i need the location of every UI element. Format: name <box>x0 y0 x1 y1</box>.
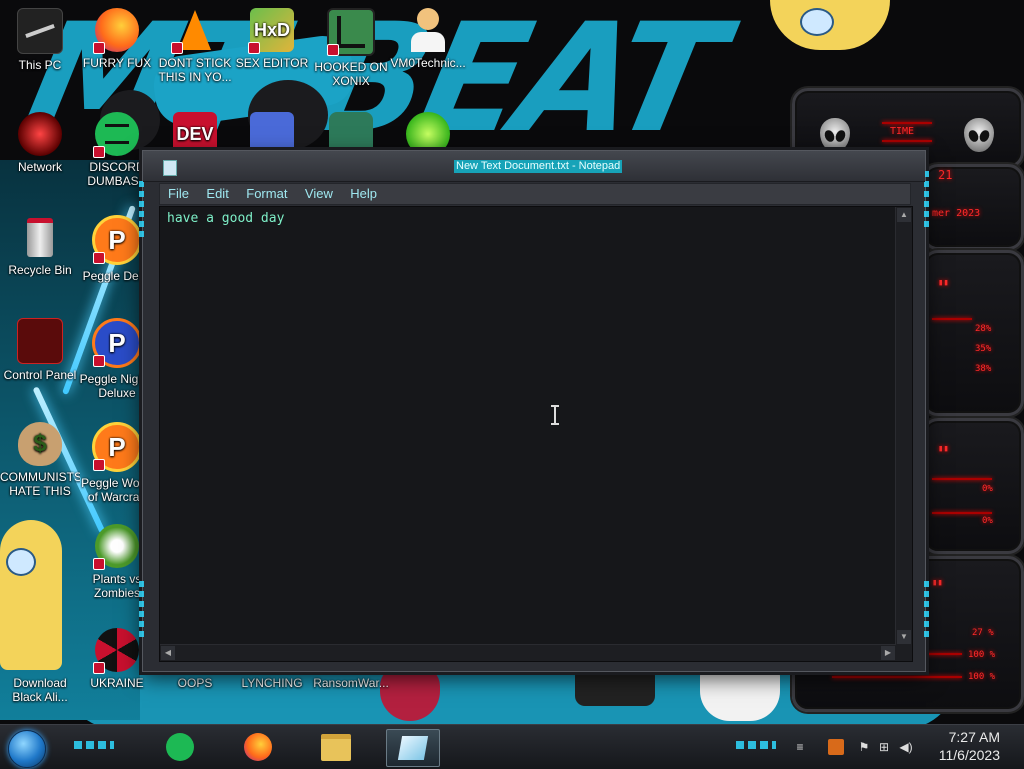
desktop-icon-label: VM0Technic... <box>390 56 466 70</box>
menu-view[interactable]: View <box>300 184 338 204</box>
disk-icon: ▮▮ <box>932 578 943 588</box>
scroll-down-arrow-icon[interactable]: ▼ <box>897 630 911 644</box>
menu-edit[interactable]: Edit <box>201 184 233 204</box>
desktop-icon-label: Recycle Bin <box>8 263 72 277</box>
text-cursor-icon <box>551 405 559 425</box>
desktop-icon-hxd[interactable]: HxD SEX EDITOR <box>232 8 312 70</box>
desktop-icon-control-panel[interactable]: Control Panel <box>0 318 80 382</box>
desktop-icon-vlc[interactable]: DONT STICK THIS IN YO... <box>155 8 235 84</box>
desktop-icon-xonix[interactable]: HOOKED ON XONIX <box>311 8 391 88</box>
horizontal-scrollbar[interactable]: ◀ ▶ <box>160 644 896 661</box>
network-icon[interactable]: ⊞ <box>876 739 892 755</box>
desktop-icon-label: FURRY FUX <box>82 56 152 70</box>
notepad-app-icon <box>397 736 429 760</box>
peggle-icon: P <box>92 318 142 368</box>
desktop-icon-label: HOOKED ON XONIX <box>314 60 388 88</box>
scroll-up-arrow-icon[interactable]: ▲ <box>897 208 911 222</box>
plants-vs-zombies-icon <box>93 524 139 570</box>
doctor-avatar-icon <box>406 8 450 52</box>
taskbar-spotify[interactable] <box>158 729 202 765</box>
notepad-app-icon[interactable] <box>163 160 177 176</box>
notepad-title-bar[interactable]: New Text Document.txt - Notepad <box>143 151 925 182</box>
taskbar-file-explorer[interactable] <box>314 729 358 765</box>
volume-icon[interactable]: ◀) <box>898 739 914 755</box>
menu-format[interactable]: Format <box>241 184 292 204</box>
desktop-icon-label: Network <box>17 160 62 174</box>
recycle-bin-icon <box>18 215 62 259</box>
xonix-game-icon <box>327 8 375 56</box>
flag-icon[interactable]: ⚑ <box>856 739 872 755</box>
document-text[interactable]: have a good day <box>167 211 284 226</box>
desktop-icon-firefox[interactable]: FURRY FUX <box>77 8 157 70</box>
firefox-icon <box>93 8 139 54</box>
notepad-window[interactable]: New Text Document.txt - Notepad File Edi… <box>139 150 929 672</box>
system-tray: ≡ ⚑ ⊞ ◀) 7:27 AM 11/6/2023 <box>788 725 1024 769</box>
desktop-icon-label: DONT STICK THIS IN YO... <box>158 56 232 84</box>
desktop-icon-label: SEX EDITOR <box>235 56 309 70</box>
notepad-menu-bar: File Edit Format View Help <box>159 183 911 205</box>
desktop-icon-label: Control Panel <box>3 368 77 382</box>
clock-time[interactable]: 7:27 AM <box>949 729 1000 745</box>
start-button[interactable] <box>8 730 46 768</box>
control-panel-icon <box>17 318 63 364</box>
notepad-text-area[interactable]: have a good day ▲ ▼ ◀ ▶ <box>159 206 913 662</box>
vertical-scrollbar[interactable]: ▲ ▼ <box>895 207 912 645</box>
tray-app-icon[interactable] <box>828 739 844 755</box>
ram-icon: ▮▮ <box>938 444 949 454</box>
folder-icon <box>321 733 351 761</box>
gadget-cpu-value: 35% <box>975 344 992 354</box>
desktop-icon-label: RansomWar... <box>313 676 389 690</box>
vlc-cone-icon <box>171 8 217 54</box>
gadget-ram-value: 0% <box>982 484 993 494</box>
peggle-icon: P <box>92 215 142 265</box>
desktop-icon-this-pc[interactable]: This PC <box>0 8 80 72</box>
cpu-icon: ▮▮ <box>938 278 949 288</box>
desktop-icon-label: UKRAINE <box>90 676 144 690</box>
scroll-left-arrow-icon[interactable]: ◀ <box>161 646 175 660</box>
gadget-header: TIME <box>890 126 915 137</box>
character-icon <box>18 628 62 672</box>
scroll-right-arrow-icon[interactable]: ▶ <box>881 646 895 660</box>
network-icon <box>18 112 62 156</box>
desktop-icon-communists[interactable]: $ COMMUNISTS HATE THIS G... <box>0 422 80 500</box>
gadget-date-line: 21 <box>938 168 953 182</box>
resize-grip-icon[interactable] <box>896 645 912 661</box>
desktop-icon-network[interactable]: Network <box>0 112 80 174</box>
desktop-icon-label: Download Black Ali... <box>12 676 68 704</box>
desktop-icon-label: LYNCHING <box>241 676 303 690</box>
gadget-disk-value: 27 % <box>972 628 994 638</box>
gadget-ram-panel <box>922 418 1024 554</box>
gadget-disk-value: 100 % <box>968 650 996 660</box>
hxd-editor-icon: HxD <box>248 8 294 54</box>
discord-green-icon <box>93 112 139 158</box>
window-title: New Text Document.txt - Notepad <box>454 160 623 173</box>
gadget-cpu-panel <box>922 250 1024 416</box>
gadget-cpu-value: 28% <box>975 324 992 334</box>
show-hidden-icons-icon[interactable]: ≡ <box>792 739 808 755</box>
computer-icon <box>17 8 63 54</box>
taskbar-firefox[interactable] <box>236 729 280 765</box>
peggle-icon: P <box>92 422 142 472</box>
gadget-date-line: mer 2023 <box>932 208 981 219</box>
desktop-icon-label: COMMUNISTS HATE THIS G... <box>0 470 80 500</box>
desktop-icon-label: OOPS <box>177 676 213 690</box>
desktop-icon-recycle-bin[interactable]: Recycle Bin <box>0 215 80 277</box>
taskbar-notepad[interactable] <box>386 729 440 767</box>
spotify-green-icon <box>166 733 194 761</box>
desktop-icon-label: This PC <box>18 58 62 72</box>
gadget-ram-value: 0% <box>982 516 993 526</box>
menu-help[interactable]: Help <box>345 184 382 204</box>
taskbar: ≡ ⚑ ⊞ ◀) 7:27 AM 11/6/2023 <box>0 724 1024 769</box>
money-bag-icon: $ <box>18 422 62 466</box>
clock-date[interactable]: 11/6/2023 <box>939 747 1000 763</box>
gadget-cpu-value: 38% <box>975 364 992 374</box>
gadget-disk-value: 100 % <box>968 672 996 682</box>
menu-file[interactable]: File <box>163 184 194 204</box>
desktop-icon-download-black[interactable]: Download Black Ali... <box>0 628 80 704</box>
radiation-icon <box>93 628 139 674</box>
firefox-icon <box>244 733 272 761</box>
desktop-icon-vm0technic[interactable]: VM0Technic... <box>388 8 468 70</box>
